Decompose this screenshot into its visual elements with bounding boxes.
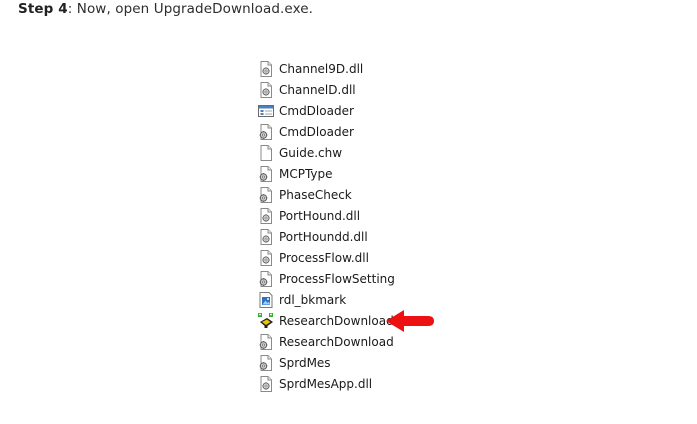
blank-file-icon (258, 144, 274, 161)
file-item[interactable]: rdl_bkmark (258, 289, 395, 310)
step-instruction: Step 4: Now, open UpgradeDownload.exe. (18, 1, 313, 17)
file-name: rdl_bkmark (279, 292, 347, 307)
file-name: SprdMesApp.dll (279, 376, 373, 391)
file-item[interactable]: ProcessFlowSetting (258, 268, 395, 289)
file-name: Guide.chw (279, 145, 343, 160)
file-item[interactable]: Guide.chw (258, 142, 395, 163)
file-name: ResearchDownload (279, 334, 394, 349)
file-name: ResearchDownload (279, 313, 394, 328)
config-gear-icon (258, 123, 274, 140)
file-item[interactable]: ChannelD.dll (258, 79, 395, 100)
dll-gear-icon (258, 207, 274, 224)
file-name: CmdDloader (279, 103, 354, 118)
file-name: PortHound.dll (279, 208, 361, 223)
file-item[interactable]: ProcessFlow.dll (258, 247, 395, 268)
research-download-exe-icon (258, 312, 274, 329)
dll-gear-icon (258, 249, 274, 266)
dll-gear-icon (258, 81, 274, 98)
file-name: ProcessFlowSetting (279, 271, 395, 286)
config-gear-icon (258, 333, 274, 350)
dll-gear-icon (258, 375, 274, 392)
file-item[interactable]: PortHoundd.dll (258, 226, 395, 247)
dll-gear-icon (258, 228, 274, 245)
file-item[interactable]: Channel9D.dll (258, 58, 395, 79)
file-name: Channel9D.dll (279, 61, 364, 76)
red-arrow-icon (386, 310, 434, 332)
step-text: : Now, open UpgradeDownload.exe. (67, 1, 314, 17)
step-label: Step 4 (18, 1, 68, 17)
file-item[interactable]: PhaseCheck (258, 184, 395, 205)
file-item[interactable]: SprdMesApp.dll (258, 373, 395, 394)
file-name: ChannelD.dll (279, 82, 356, 97)
config-gear-icon (258, 354, 274, 371)
config-gear-icon (258, 165, 274, 182)
file-name: MCPType (279, 166, 333, 181)
file-item[interactable]: ResearchDownload (258, 310, 395, 331)
file-item[interactable]: CmdDloader (258, 100, 395, 121)
file-item[interactable]: CmdDloader (258, 121, 395, 142)
config-gear-icon (258, 186, 274, 203)
file-item[interactable]: ResearchDownload (258, 331, 395, 352)
file-name: CmdDloader (279, 124, 354, 139)
image-file-icon (258, 291, 274, 308)
file-item[interactable]: MCPType (258, 163, 395, 184)
file-name: PortHoundd.dll (279, 229, 368, 244)
file-item[interactable]: SprdMes (258, 352, 395, 373)
config-gear-icon (258, 270, 274, 287)
file-name: ProcessFlow.dll (279, 250, 369, 265)
file-item[interactable]: PortHound.dll (258, 205, 395, 226)
application-window-icon (258, 103, 274, 119)
file-name: PhaseCheck (279, 187, 352, 202)
file-name: SprdMes (279, 355, 331, 370)
dll-gear-icon (258, 60, 274, 77)
file-list: Channel9D.dll ChannelD.dll CmdDloader CmdDl… (258, 58, 395, 394)
